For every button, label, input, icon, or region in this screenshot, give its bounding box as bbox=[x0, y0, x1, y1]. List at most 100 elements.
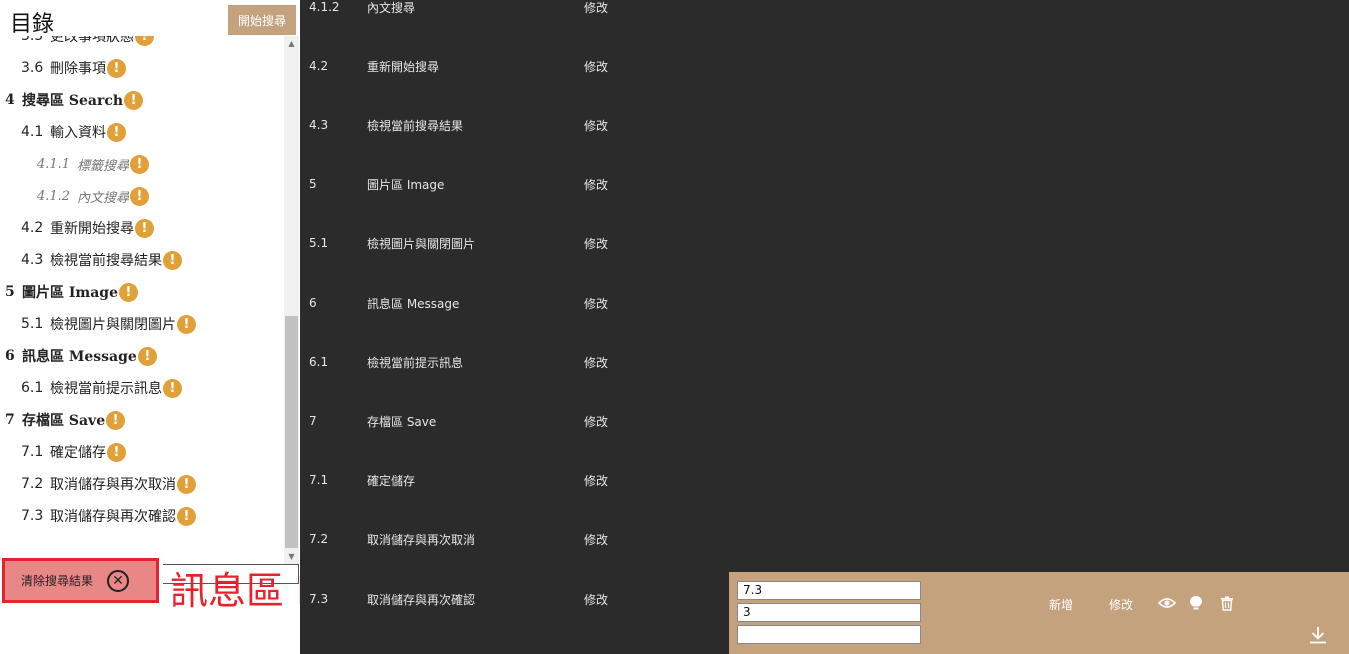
warning-icon[interactable]: ! bbox=[107, 58, 126, 78]
scroll-thumb[interactable] bbox=[285, 316, 298, 548]
toc-item[interactable]: 7.3 取消儲存與再次確認! bbox=[0, 500, 196, 532]
row-edit-link[interactable]: 修改 bbox=[584, 176, 608, 193]
row-title: 確定儲存 bbox=[367, 473, 416, 488]
name-field[interactable] bbox=[737, 625, 921, 644]
table-row[interactable]: 5 圖片區 Image 修改 bbox=[300, 174, 1349, 194]
row-number: 7.2 bbox=[309, 532, 329, 546]
table-row[interactable]: 7 存檔區 Save 修改 bbox=[300, 411, 1349, 431]
row-number: 7.1 bbox=[309, 473, 329, 487]
row-number: 4.2 bbox=[309, 59, 329, 73]
toc-item-label: 檢視當前提示訊息 bbox=[50, 381, 162, 397]
toc-item[interactable]: 5.1 檢視圖片與關閉圖片! bbox=[0, 308, 196, 340]
trash-icon[interactable] bbox=[1220, 596, 1234, 611]
toc-item-label: 取消儲存與再次確認 bbox=[50, 509, 176, 525]
toc-item[interactable]: 3.5 更改事項狀態! bbox=[0, 36, 154, 52]
toc-item[interactable]: 7.2 取消儲存與再次取消! bbox=[0, 468, 196, 500]
toc-item[interactable]: 4.2 重新開始搜尋! bbox=[0, 212, 154, 244]
warning-icon[interactable]: ! bbox=[135, 36, 154, 46]
toc-scrollbar[interactable]: ▲ ▼ bbox=[284, 36, 299, 564]
row-edit-link[interactable]: 修改 bbox=[584, 472, 608, 489]
toc-item-number: 4.1.2 bbox=[37, 188, 71, 204]
toc-item[interactable]: 3.6 刪除事項! bbox=[0, 52, 126, 84]
row-edit-link[interactable]: 修改 bbox=[584, 413, 608, 430]
row-title: 取消儲存與再次確認 bbox=[367, 592, 476, 607]
row-title: 取消儲存與再次取消 bbox=[367, 532, 476, 547]
toc-item-label: 確定儲存 bbox=[50, 445, 106, 461]
toc-item-label: 搜尋區 Search bbox=[22, 93, 124, 109]
toc-item-label: 訊息區 Message bbox=[22, 349, 137, 365]
toc-item[interactable]: 4.1.1 標籤搜尋! bbox=[0, 148, 150, 180]
warning-icon[interactable]: ! bbox=[107, 442, 126, 462]
toc-item[interactable]: 6 訊息區 Message! bbox=[0, 340, 157, 372]
toc-item-number: 3.5 bbox=[21, 36, 44, 44]
edit-bar: 7.3 3 新增 修改 bbox=[729, 572, 1349, 654]
download-icon[interactable] bbox=[1309, 626, 1327, 644]
edit-button[interactable]: 修改 bbox=[1109, 596, 1133, 613]
number-field[interactable]: 7.3 bbox=[737, 581, 921, 600]
close-circle-icon[interactable]: ✕ bbox=[107, 569, 130, 592]
toc-item[interactable]: 5 圖片區 Image! bbox=[0, 276, 139, 308]
table-row[interactable]: 7.1 確定儲存 修改 bbox=[300, 470, 1349, 490]
row-title: 檢視當前提示訊息 bbox=[367, 355, 464, 370]
toc-item[interactable]: 4.3 檢視當前搜尋結果! bbox=[0, 244, 182, 276]
toc-item-label: 標籤搜尋 bbox=[77, 158, 130, 174]
row-edit-link[interactable]: 修改 bbox=[584, 591, 608, 608]
row-edit-link[interactable]: 修改 bbox=[584, 295, 608, 312]
row-number: 6 bbox=[309, 296, 317, 310]
toc-item[interactable]: 4 搜尋區 Search! bbox=[0, 84, 144, 116]
table-row[interactable]: 5.1 檢視圖片與關閉圖片 修改 bbox=[300, 233, 1349, 253]
warning-icon[interactable]: ! bbox=[135, 218, 154, 238]
warning-icon[interactable]: ! bbox=[124, 90, 144, 110]
toc-item[interactable]: 7.1 確定儲存! bbox=[0, 436, 126, 468]
warning-icon[interactable]: ! bbox=[177, 314, 196, 334]
item-table: 4.1.2 內文搜尋 修改 4.2 重新開始搜尋 修改 4.3 檢視當前搜尋結果 修改 5 圖片區 … bbox=[300, 0, 1349, 654]
toc-title: 目錄 bbox=[10, 12, 55, 37]
level-field[interactable]: 3 bbox=[737, 603, 921, 622]
table-row[interactable]: 6 訊息區 Message 修改 bbox=[300, 293, 1349, 313]
row-number: 4.3 bbox=[309, 118, 329, 132]
warning-icon[interactable]: ! bbox=[163, 250, 182, 270]
row-edit-link[interactable]: 修改 bbox=[584, 531, 608, 548]
toc-item-label: 檢視圖片與關閉圖片 bbox=[50, 317, 176, 333]
row-title: 內文搜尋 bbox=[367, 0, 416, 15]
row-edit-link[interactable]: 修改 bbox=[584, 117, 608, 134]
row-edit-link[interactable]: 修改 bbox=[584, 354, 608, 371]
toc-item[interactable]: 4.1 輸入資料! bbox=[0, 116, 126, 148]
warning-icon[interactable]: ! bbox=[137, 346, 157, 366]
table-row[interactable]: 4.3 檢視當前搜尋結果 修改 bbox=[300, 115, 1349, 135]
toc-item-label: 刪除事項 bbox=[50, 61, 106, 77]
warning-icon[interactable]: ! bbox=[163, 378, 182, 398]
add-button[interactable]: 新增 bbox=[1049, 596, 1073, 613]
toc-item-label: 內文搜尋 bbox=[77, 190, 130, 206]
scroll-up-arrow-icon[interactable]: ▲ bbox=[284, 36, 299, 51]
row-title: 重新開始搜尋 bbox=[367, 59, 440, 74]
toc-list: 3.5 更改事項狀態! 3.6 刪除事項! 4 搜尋區 Search! 4.1 輸入資料! 4.… bbox=[0, 36, 284, 564]
table-row[interactable]: 4.1.2 內文搜尋 修改 bbox=[300, 0, 1349, 17]
toc-item-label: 重新開始搜尋 bbox=[50, 221, 134, 237]
row-edit-link[interactable]: 修改 bbox=[584, 0, 608, 16]
warning-icon[interactable]: ! bbox=[107, 122, 126, 142]
row-title: 圖片區 Image bbox=[367, 177, 445, 192]
toc-item[interactable]: 7 存檔區 Save! bbox=[0, 404, 126, 436]
row-title: 存檔區 Save bbox=[367, 414, 437, 429]
toc-item[interactable]: 4.1.2 內文搜尋! bbox=[0, 180, 150, 212]
toc-item[interactable]: 6.1 檢視當前提示訊息! bbox=[0, 372, 182, 404]
warning-icon[interactable]: ! bbox=[130, 154, 150, 174]
lightbulb-icon[interactable] bbox=[1189, 595, 1203, 611]
eye-icon[interactable] bbox=[1158, 596, 1176, 610]
warning-icon[interactable]: ! bbox=[119, 282, 139, 302]
toc-item-number: 5 bbox=[5, 284, 15, 300]
warning-icon[interactable]: ! bbox=[130, 186, 150, 206]
row-title: 訊息區 Message bbox=[367, 296, 460, 311]
clear-search-button[interactable]: 清除搜尋結果 ✕ bbox=[2, 558, 159, 603]
warning-icon[interactable]: ! bbox=[177, 506, 196, 526]
table-row[interactable]: 4.2 重新開始搜尋 修改 bbox=[300, 56, 1349, 76]
warning-icon[interactable]: ! bbox=[106, 410, 126, 430]
warning-icon[interactable]: ! bbox=[177, 474, 196, 494]
table-row[interactable]: 6.1 檢視當前提示訊息 修改 bbox=[300, 352, 1349, 372]
row-edit-link[interactable]: 修改 bbox=[584, 235, 608, 252]
row-edit-link[interactable]: 修改 bbox=[584, 58, 608, 75]
table-row[interactable]: 7.2 取消儲存與再次取消 修改 bbox=[300, 529, 1349, 549]
toc-item-label: 取消儲存與再次取消 bbox=[50, 477, 176, 493]
start-search-button[interactable]: 開始搜尋 bbox=[228, 5, 296, 35]
